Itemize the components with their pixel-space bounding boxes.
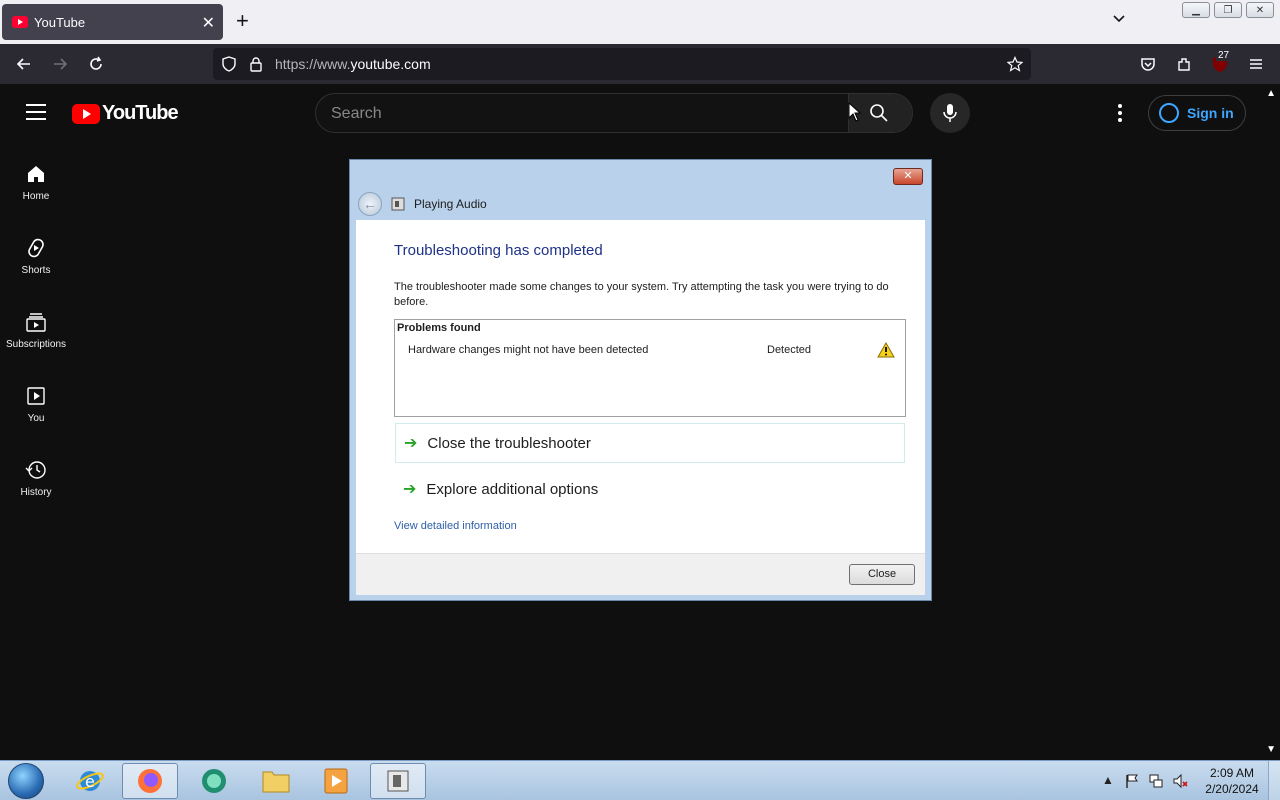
youtube-play-icon bbox=[72, 103, 100, 124]
back-arrow-icon[interactable]: ← bbox=[358, 192, 382, 216]
system-tray: ▲ 2:09 AM 2/20/2024 bbox=[1100, 761, 1280, 800]
dialog-header-title: Playing Audio bbox=[414, 197, 487, 211]
taskbar-media-player[interactable] bbox=[308, 763, 364, 799]
green-arrow-icon: ➔ bbox=[403, 481, 417, 498]
taskbar-app-green[interactable] bbox=[186, 763, 242, 799]
network-icon[interactable] bbox=[1148, 773, 1164, 789]
settings-more-icon[interactable] bbox=[1118, 104, 1122, 125]
account-icon bbox=[1159, 103, 1179, 123]
windows-taskbar: e ▲ 2:09 AM 2/20/2024 bbox=[0, 760, 1280, 800]
sidebar-item-you[interactable]: You bbox=[0, 385, 72, 424]
bookmark-star-icon[interactable] bbox=[1007, 56, 1023, 72]
sidebar-item-subscriptions[interactable]: Subscriptions bbox=[0, 311, 72, 350]
scroll-up-arrow[interactable]: ▲ bbox=[1266, 88, 1276, 99]
explore-options-option[interactable]: ➔ Explore additional options bbox=[395, 469, 905, 509]
close-tab-icon[interactable]: ✕ bbox=[202, 13, 215, 33]
view-detailed-information-link[interactable]: View detailed information bbox=[394, 520, 517, 532]
dialog-footer: Close bbox=[356, 553, 925, 595]
reload-icon[interactable] bbox=[86, 54, 106, 74]
url-text[interactable]: https://www.youtube.com bbox=[275, 56, 431, 72]
lock-icon[interactable] bbox=[249, 56, 263, 72]
start-button[interactable] bbox=[8, 763, 44, 799]
problem-name[interactable]: Hardware changes might not have been det… bbox=[408, 344, 648, 356]
extensions-icon[interactable] bbox=[1174, 54, 1194, 74]
window-controls: ▁ ❐ ✕ bbox=[1182, 2, 1274, 18]
extension-badge: 27 bbox=[1216, 50, 1232, 61]
problem-status: Detected bbox=[767, 344, 812, 356]
sidebar-item-shorts[interactable]: Shorts bbox=[0, 237, 72, 276]
close-troubleshooter-option[interactable]: ➔ Close the troubleshooter bbox=[395, 423, 905, 463]
action-center-flag-icon[interactable] bbox=[1124, 773, 1140, 789]
green-globe-app-icon bbox=[202, 769, 226, 793]
close-window-button[interactable]: ✕ bbox=[1246, 2, 1274, 18]
search-box[interactable]: Search bbox=[315, 93, 913, 133]
new-tab-button[interactable]: + bbox=[236, 10, 249, 32]
warning-icon bbox=[877, 342, 895, 358]
sidebar-item-history[interactable]: History bbox=[0, 459, 72, 498]
browser-tab-strip: YouTube ✕ + ▁ ❐ ✕ bbox=[0, 0, 1280, 44]
youtube-logo[interactable]: YouTube bbox=[72, 102, 179, 125]
back-arrow-icon[interactable] bbox=[14, 54, 34, 74]
troubleshooter-dialog: ✕ ← Playing Audio Troubleshooting has co… bbox=[349, 159, 932, 601]
volume-muted-icon[interactable] bbox=[1172, 773, 1188, 789]
dialog-header: ← Playing Audio bbox=[358, 192, 487, 216]
taskbar-file-explorer[interactable] bbox=[248, 763, 304, 799]
tab-youtube[interactable]: YouTube ✕ bbox=[2, 4, 223, 40]
address-bar[interactable]: https://www.youtube.com bbox=[213, 48, 1031, 80]
dialog-body: Troubleshooting has completed The troubl… bbox=[356, 220, 925, 553]
voice-search-button[interactable] bbox=[930, 93, 970, 133]
internet-explorer-icon: e bbox=[76, 771, 104, 791]
media-player-icon bbox=[324, 768, 348, 794]
shorts-icon bbox=[28, 238, 44, 258]
dialog-title: Troubleshooting has completed bbox=[394, 242, 603, 259]
guide-menu-icon[interactable] bbox=[26, 104, 46, 120]
dialog-description: The troubleshooter made some changes to … bbox=[394, 281, 889, 308]
folder-icon bbox=[262, 771, 290, 793]
sidebar-item-home[interactable]: Home bbox=[0, 163, 72, 202]
youtube-favicon bbox=[12, 16, 28, 28]
list-all-tabs-icon[interactable] bbox=[1112, 12, 1126, 26]
forward-arrow-icon[interactable] bbox=[50, 54, 70, 74]
history-icon bbox=[25, 461, 46, 479]
taskbar-internet-explorer[interactable]: e bbox=[62, 763, 118, 799]
minimize-window-button[interactable]: ▁ bbox=[1182, 2, 1210, 18]
tab-title: YouTube bbox=[34, 14, 86, 30]
subscriptions-icon bbox=[26, 313, 46, 332]
shield-icon[interactable] bbox=[221, 56, 237, 72]
mouse-cursor-icon bbox=[848, 102, 862, 122]
problems-header: Problems found bbox=[397, 322, 481, 334]
sign-in-button[interactable]: Sign in bbox=[1148, 95, 1246, 131]
taskbar-firefox[interactable] bbox=[122, 763, 178, 799]
firefox-icon bbox=[138, 769, 162, 793]
search-icon bbox=[870, 104, 888, 122]
microphone-icon bbox=[943, 104, 957, 122]
show-desktop-button[interactable] bbox=[1268, 761, 1280, 800]
clock-date: 2/20/2024 bbox=[1205, 782, 1259, 796]
svg-text:e: e bbox=[85, 772, 95, 791]
taskbar-troubleshooter[interactable] bbox=[370, 763, 426, 799]
search-input[interactable]: Search bbox=[331, 105, 382, 123]
dialog-close-button[interactable]: ✕ bbox=[893, 168, 923, 185]
home-icon bbox=[28, 166, 44, 182]
close-button[interactable]: Close bbox=[849, 564, 915, 585]
problems-found-list: Problems found Hardware changes might no… bbox=[394, 319, 906, 417]
green-arrow-icon: ➔ bbox=[404, 435, 418, 452]
speaker-icon bbox=[391, 197, 405, 211]
restore-window-button[interactable]: ❐ bbox=[1214, 2, 1242, 18]
troubleshooter-app-icon bbox=[387, 770, 409, 792]
scroll-down-arrow[interactable]: ▼ bbox=[1266, 744, 1276, 755]
your-channel-icon bbox=[27, 387, 45, 405]
hamburger-menu-icon[interactable] bbox=[1246, 54, 1266, 74]
pocket-icon[interactable] bbox=[1138, 54, 1158, 74]
browser-navbar: https://www.youtube.com 27 bbox=[0, 44, 1280, 84]
taskbar-clock[interactable]: 2:09 AM 2/20/2024 bbox=[1196, 765, 1268, 797]
show-hidden-icons-arrow[interactable]: ▲ bbox=[1100, 773, 1116, 789]
clock-time: 2:09 AM bbox=[1209, 766, 1255, 780]
